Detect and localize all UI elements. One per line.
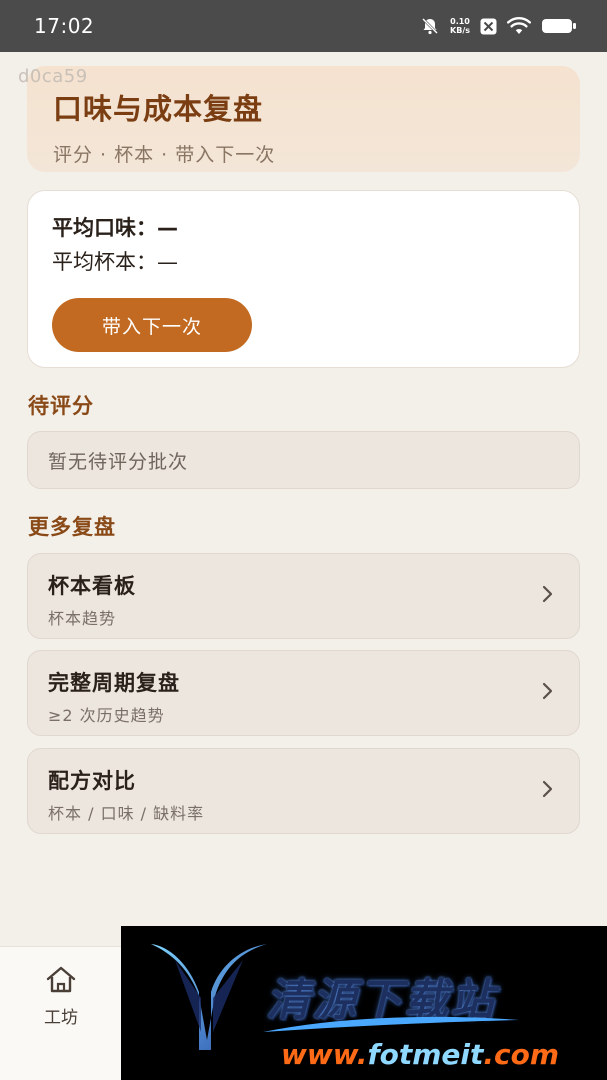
carry-forward-button[interactable]: 带入下一次 [52, 298, 252, 352]
tab-workshop[interactable]: 工坊 [26, 965, 96, 1028]
wifi-icon [507, 17, 531, 35]
nav-item-title: 杯本看板 [48, 574, 136, 598]
ad-url-suffix: .com [483, 1038, 560, 1071]
avg-taste-stat: 平均口味：— [52, 216, 178, 240]
status-icons: 0.10 KB/s [420, 16, 577, 36]
pending-section-title: 待评分 [28, 394, 94, 418]
stats-card: 平均口味：— 平均杯本：— 带入下一次 [27, 190, 580, 368]
ad-banner: 清源下载站 www.fotmeit.com [121, 926, 607, 1080]
nav-item-subtitle: ≥2 次历史趋势 [48, 706, 165, 725]
home-icon [44, 965, 78, 999]
ad-logo-icon [149, 940, 269, 1064]
chevron-right-icon [541, 682, 553, 704]
nav-item-full-cycle-review[interactable]: 完整周期复盘 ≥2 次历史趋势 [27, 650, 580, 736]
more-section-title: 更多复盘 [28, 515, 116, 539]
nav-item-title: 配方对比 [48, 769, 136, 793]
nav-item-subtitle: 杯本趋势 [48, 609, 117, 628]
page-subtitle: 评分 · 杯本 · 带入下一次 [53, 144, 276, 166]
battery-icon [541, 17, 577, 35]
x-app-icon [480, 18, 497, 35]
avg-cup-cost-stat: 平均杯本：— [52, 250, 178, 274]
chevron-right-icon [541, 780, 553, 802]
header-card: 口味与成本复盘 评分 · 杯本 · 带入下一次 [27, 66, 580, 172]
ad-url-prefix: www. [281, 1038, 368, 1071]
nav-item-recipe-compare[interactable]: 配方对比 杯本 / 口味 / 缺料率 [27, 748, 580, 834]
nav-item-subtitle: 杯本 / 口味 / 缺料率 [48, 804, 205, 823]
status-time: 17:02 [34, 14, 95, 38]
mute-bell-icon [420, 16, 440, 36]
net-speed-value: 0.10 [450, 17, 470, 26]
page-title: 口味与成本复盘 [53, 92, 264, 126]
net-speed-unit: KB/s [450, 26, 470, 35]
chevron-right-icon [541, 585, 553, 607]
status-bar: 17:02 0.10 KB/s [0, 0, 607, 52]
watermark-id: d0ca59 [18, 66, 88, 87]
nav-item-title: 完整周期复盘 [48, 671, 180, 695]
pending-empty-state: 暂无待评分批次 [27, 431, 580, 489]
ad-url-domain: fotmeit [367, 1038, 484, 1071]
tab-workshop-label: 工坊 [44, 1008, 78, 1028]
net-speed: 0.10 KB/s [450, 17, 470, 35]
ad-url: www.fotmeit.com [281, 1038, 559, 1071]
nav-item-cup-cost-board[interactable]: 杯本看板 杯本趋势 [27, 553, 580, 639]
